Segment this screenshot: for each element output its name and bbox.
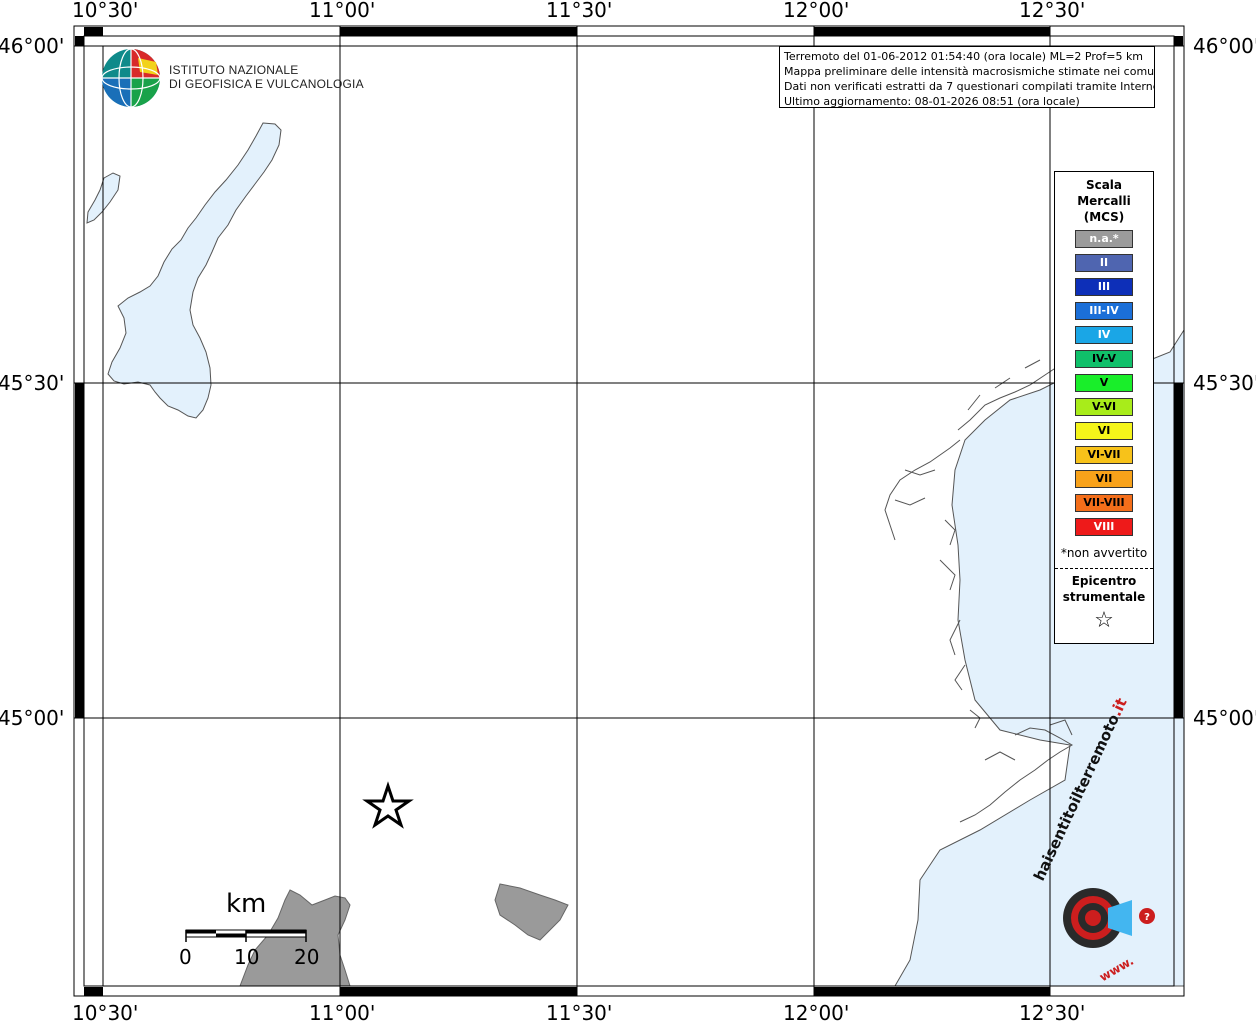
legend-class-2: II [1075,254,1133,272]
legend-note: *non avvertito [1060,546,1148,560]
lon-tick-top-2: 11°00' [309,0,376,22]
legend-class-12: VII-VIII [1075,494,1133,512]
legend-title-line1: Scala [1085,178,1123,192]
event-info-line2: Mappa preliminare delle intensità macros… [784,65,1155,78]
legend-class-6: IV-V [1075,350,1133,368]
scale-label-10: 10 [234,945,260,969]
ingv-logo-icon [101,48,161,108]
scale-unit: km [226,889,267,919]
lon-tick-bottom-4: 12°00' [783,1001,850,1025]
event-info-line4: Ultimo aggiornamento: 08-01-2026 08:51 (… [784,95,1080,108]
lon-tick-bottom-5: 12°30' [1019,1001,1086,1025]
scale-label-20: 20 [294,945,320,969]
legend-separator [1055,568,1153,569]
legend-epicenter-star-icon: ☆ [1094,608,1114,633]
institute-name: ISTITUTO NAZIONALE DI GEOFISICA E VULCAN… [169,63,364,91]
lon-tick-top-3: 11°30' [546,0,613,22]
lat-tick-left-3: 45°00' [0,706,65,730]
legend-class-13: VIII [1075,518,1133,536]
legend-class-4: III-IV [1075,302,1133,320]
event-info-line1: Terremoto del 01-06-2012 01:54:40 (ora l… [784,50,1144,63]
intensity-legend: Scala Mercalli (MCS) n.a.* II III III-IV IV I… [1054,171,1154,644]
legend-title: Scala Mercalli (MCS) [1055,177,1153,225]
legend-title-line2: Mercalli [1077,194,1131,208]
institute-line2: DI GEOFISICA E VULCANOLOGIA [169,77,364,91]
lon-tick-bottom-1: 10°30' [72,1001,139,1025]
legend-epicenter-line2: strumentale [1062,590,1146,604]
lon-tick-bottom-2: 11°00' [309,1001,376,1025]
event-info-box: Terremoto del 01-06-2012 01:54:40 (ora l… [779,46,1155,108]
scale-label-0: 0 [179,945,192,969]
legend-class-3: III [1075,278,1133,296]
event-info-line3: Dati non verificati estratti da 7 questi… [784,80,1155,93]
legend-class-10: VI-VII [1075,446,1133,464]
institute-line1: ISTITUTO NAZIONALE [169,63,299,77]
legend-epicenter-label: Epicentro strumentale [1055,573,1153,605]
lat-tick-right-1: 46°00' [1193,34,1256,58]
legend-class-8: V-VI [1075,398,1133,416]
lat-tick-left-2: 45°30' [0,371,65,395]
legend-class-5: IV [1075,326,1133,344]
lon-tick-top-5: 12°30' [1019,0,1086,22]
lat-tick-right-2: 45°30' [1193,371,1256,395]
lon-tick-top-1: 10°30' [72,0,139,22]
legend-class-9: VI [1075,422,1133,440]
lat-tick-right-3: 45°00' [1193,706,1256,730]
legend-title-line3: (MCS) [1083,210,1125,224]
legend-epicenter-line1: Epicentro [1071,574,1137,588]
legend-class-7: V [1075,374,1133,392]
lon-tick-top-4: 12°00' [783,0,850,22]
lat-tick-left-1: 46°00' [0,34,65,58]
lon-tick-bottom-3: 11°30' [546,1001,613,1025]
svg-text:?: ? [1144,912,1150,923]
legend-class-11: VII [1075,470,1133,488]
legend-class-1: n.a.* [1075,230,1133,248]
